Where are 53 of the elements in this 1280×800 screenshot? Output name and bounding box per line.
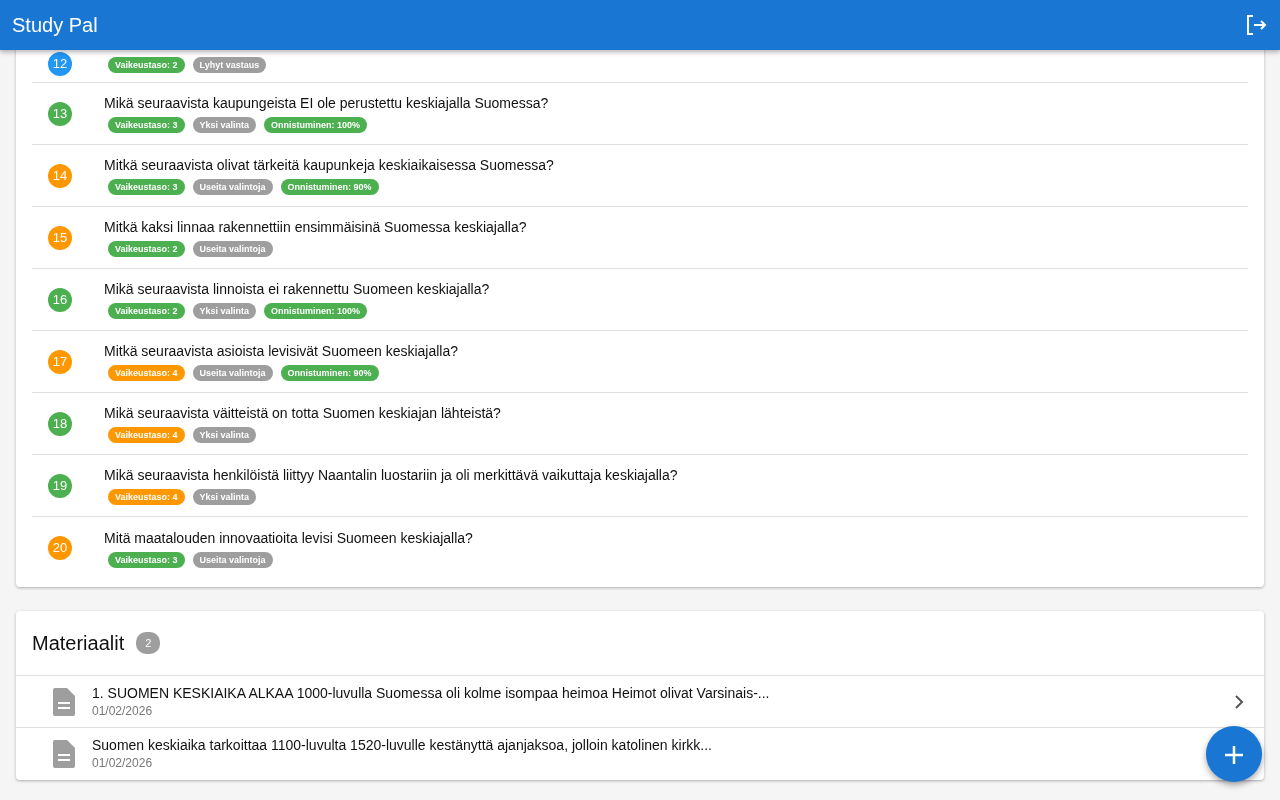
tag: Vaikeustaso: 2 (108, 303, 185, 319)
app-title: Study Pal (12, 13, 98, 38)
tag: Vaikeustaso: 2 (108, 57, 185, 73)
question-text: Mikä seuraavista kaupungeista EI ole perustettu keskiajalla Suomessa? (104, 94, 549, 112)
material-item[interactable]: 1. SUOMEN KESKIAIKA ALKAA 1000-luvulla Suomessa oli kolme isompaa heimoa Heimot olivat Varsinais-... 01/02/2026 (16, 676, 1264, 728)
question-number: 12 (48, 52, 72, 76)
tag: Vaikeustaso: 4 (108, 489, 185, 505)
question-number: 13 (48, 101, 72, 126)
logout-button[interactable] (1244, 12, 1268, 38)
tag: Lyhyt vastaus (192, 57, 267, 73)
tag: Useita valintoja (192, 365, 273, 381)
tag: Yksi valinta (192, 489, 257, 505)
tag: Vaikeustaso: 4 (108, 427, 185, 443)
logout-icon (1244, 13, 1268, 38)
tag: Vaikeustaso: 3 (108, 551, 185, 568)
tag: Useita valintoja (192, 551, 273, 568)
question-text: Mitkä seuraavista olivat tärkeitä kaupunkeja keskiaikaisessa Suomessa? (104, 156, 554, 174)
tag: Vaikeustaso: 4 (108, 365, 185, 381)
question-text: Mikä seuraavista väitteistä on totta Suomen keskiajan lähteistä? (104, 404, 501, 422)
tag: Vaikeustaso: 3 (108, 179, 185, 195)
material-date: 01/02/2026 (92, 755, 154, 772)
tag: Onnistuminen: 100% (264, 117, 368, 133)
tag: Vaikeustaso: 2 (108, 241, 185, 257)
question-number: 14 (48, 163, 72, 188)
material-date: 01/02/2026 (92, 702, 154, 720)
tag: Onnistuminen: 90% (280, 179, 379, 195)
document-icon (52, 740, 76, 768)
question-text: Mikä seuraavista linnoista ei rakennettu Suomeen keskiajalla? (104, 280, 490, 298)
material-item[interactable]: Suomen keskiaika tarkoittaa 1100-luvulta 1520-luvulle kestänyttä ajanjaksoa, jolloin katolinen kirkk... 01/02/2026 (16, 728, 1264, 780)
question-number: 15 (48, 225, 72, 250)
tag: Yksi valinta (192, 117, 257, 133)
tag: Yksi valinta (192, 303, 257, 319)
question-number: 20 (48, 536, 72, 560)
question-text: Mitä maatalouden innovaatioita levisi Suomeen keskiajalla? (104, 528, 473, 547)
question-number: 16 (48, 287, 72, 312)
question-number: 19 (48, 473, 72, 498)
document-icon (52, 687, 76, 716)
question-text: Mitkä kaksi linnaa rakennettiin ensimmäisinä Suomessa keskiajalla? (104, 218, 527, 236)
tag: Useita valintoja (192, 241, 273, 257)
question-text: Mikä seuraavista henkilöistä liittyy Naantalin luostariin ja oli merkittävä vaikuttaja keskiajalla? (104, 466, 678, 484)
material-title: Suomen keskiaika tarkoittaa 1100-luvulta 1520-luvulle kestänyttä ajanjaksoa, jolloin katolinen kirkk... (92, 736, 713, 754)
plus-icon (1223, 743, 1245, 766)
question-text: Mitkä seuraavista asioista levisivät Suomeen keskiajalla? (104, 342, 459, 360)
tag: Onnistuminen: 100% (264, 303, 368, 319)
question-number: 17 (48, 349, 72, 374)
tag: Useita valintoja (192, 179, 273, 195)
material-title: 1. SUOMEN KESKIAIKA ALKAA 1000-luvulla Suomessa oli kolme isompaa heimoa Heimot olivat Varsinais-... (92, 683, 771, 702)
section-title: Materiaalit (32, 631, 125, 656)
count-badge: 2 (136, 631, 161, 655)
tag: Vaikeustaso: 3 (108, 117, 185, 133)
tag: Yksi valinta (192, 427, 257, 443)
tag: Onnistuminen: 90% (280, 365, 379, 381)
question-number: 18 (48, 411, 72, 436)
